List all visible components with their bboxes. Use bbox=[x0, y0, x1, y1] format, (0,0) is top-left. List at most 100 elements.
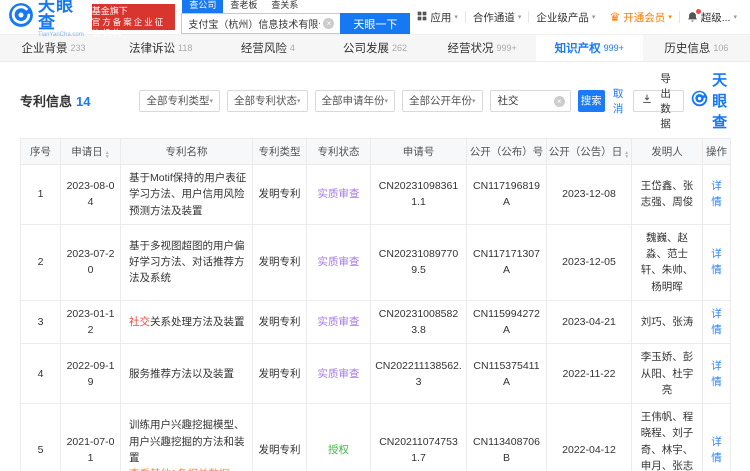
crown-icon: ♛ bbox=[609, 10, 621, 24]
cancel-search-link[interactable]: 取消 bbox=[613, 86, 625, 116]
chevron-down-icon: ▾ bbox=[297, 97, 301, 105]
detail-link[interactable]: 详情 bbox=[711, 360, 722, 388]
apps-grid-icon bbox=[417, 11, 427, 24]
row-index: 5 bbox=[20, 403, 61, 471]
apply-date: 2021-07-01 bbox=[60, 403, 121, 471]
status-badge: 实质审查 bbox=[317, 256, 360, 269]
patent-title: 基于多视图超图的用户偏好学习方法、对话推荐方法及系统 bbox=[120, 223, 253, 301]
patent-type: 发明专利 bbox=[252, 299, 307, 345]
detail-link[interactable]: 详情 bbox=[711, 248, 722, 276]
action-cell: 详情 bbox=[702, 223, 731, 301]
clear-keyword-icon[interactable]: × bbox=[553, 95, 565, 107]
publication-number: CN115994272A bbox=[466, 299, 547, 345]
col-patent-title: 专利名称 bbox=[120, 138, 253, 165]
chevron-down-icon: ▾ bbox=[668, 14, 672, 21]
apply-date: 2023-08-04 bbox=[60, 164, 121, 225]
patent-table: 序号 申请日 ▲ ▼ 专利名称 专利类型 专利状态 申请号 公开（公布）号 公开（公… bbox=[20, 138, 731, 471]
col-publication-date: 公开（公告）日 ▲ ▼ bbox=[546, 138, 632, 165]
apply-date: 2022-09-19 bbox=[60, 343, 121, 405]
patent-status: 实质审查 bbox=[306, 343, 371, 405]
detail-link[interactable]: 详情 bbox=[711, 436, 722, 464]
status-badge: 实质审查 bbox=[317, 367, 360, 380]
nav-tab-company-background[interactable]: 企业背景 233 bbox=[0, 35, 107, 61]
patent-status: 实质审查 bbox=[306, 164, 371, 225]
keyword-search-button[interactable]: 搜索 bbox=[577, 89, 605, 112]
publication-date: 2022-11-22 bbox=[546, 343, 632, 405]
search-submit-button[interactable]: 天眼一下 bbox=[340, 13, 411, 34]
filter-patent-status[interactable]: 全部专利状态 ▾ bbox=[227, 89, 308, 112]
action-cell: 详情 bbox=[702, 343, 731, 405]
patent-status: 实质审查 bbox=[306, 223, 371, 301]
status-badge: 实质审查 bbox=[317, 188, 360, 201]
download-icon bbox=[642, 94, 652, 107]
nav-tab-business-status[interactable]: 经营状况 999+ bbox=[429, 35, 536, 61]
chevron-down-icon: ▾ bbox=[591, 14, 596, 21]
patent-title-text: 基于多视图超图的用户偏好学习方法、对话推荐方法及系统 bbox=[129, 239, 245, 285]
header-menu: 应用 ▾ 合作通道 ▾ 企业级产品 ▾ ♛ 开通会员 ▾ 超级... ▾ bbox=[410, 9, 744, 25]
nav-tab-intellectual-property[interactable]: 知识产权 999+ bbox=[535, 35, 643, 61]
col-apply-date: 申请日 ▲ ▼ bbox=[60, 138, 121, 165]
sort-icon[interactable]: ▲ ▼ bbox=[624, 151, 629, 160]
logo-text: 天眼查 bbox=[38, 0, 74, 32]
table-row: 52021-07-01训练用户兴趣挖掘模型、用户兴趣挖掘的方法和装置查看其他1条… bbox=[20, 403, 731, 471]
tianyancha-eye-icon bbox=[8, 2, 34, 33]
bell-icon bbox=[687, 9, 701, 23]
keyword-search: × bbox=[489, 89, 571, 112]
publication-date: 2023-04-21 bbox=[546, 299, 632, 345]
filter-publish-year[interactable]: 全部公开年份 ▾ bbox=[402, 89, 483, 112]
publication-number: CN115375411A bbox=[466, 343, 547, 405]
menu-cooperation[interactable]: 合作通道 ▾ bbox=[466, 10, 529, 25]
patent-type: 发明专利 bbox=[252, 403, 307, 471]
chevron-down-icon: ▾ bbox=[517, 14, 522, 21]
export-data-button[interactable]: 导出数据 bbox=[633, 73, 685, 130]
table-header-row: 序号 申请日 ▲ ▼ 专利名称 专利类型 专利状态 申请号 公开（公布）号 公开（公… bbox=[20, 138, 731, 165]
search-type-tabs: 查公司 查老板 查关系 bbox=[181, 0, 410, 13]
menu-open-membership[interactable]: ♛ 开通会员 ▾ bbox=[602, 10, 678, 25]
menu-notifications[interactable]: 超级... ▾ bbox=[680, 9, 744, 25]
application-number: CN202310897709.5 bbox=[370, 223, 467, 301]
related-data-link[interactable]: 查看其他1条相关数据 > bbox=[129, 466, 248, 471]
sort-icon[interactable]: ▲ ▼ bbox=[105, 151, 110, 160]
tianyancha-watermark: 天眼查 bbox=[691, 69, 730, 132]
application-number: CN202211138562.3 bbox=[370, 343, 467, 405]
application-number: CN202310983611.1 bbox=[370, 164, 467, 225]
nav-tab-company-development[interactable]: 公司发展 262 bbox=[321, 35, 428, 61]
detail-link[interactable]: 详情 bbox=[711, 180, 722, 208]
publication-date: 2022-04-12 bbox=[546, 403, 632, 471]
menu-enterprise-products[interactable]: 企业级产品 ▾ bbox=[529, 10, 602, 25]
detail-link[interactable]: 详情 bbox=[711, 308, 722, 336]
col-publication-number: 公开（公布）号 bbox=[466, 138, 547, 165]
search-tab-relation[interactable]: 查关系 bbox=[264, 0, 305, 13]
patent-title: 服务推荐方法以及装置 bbox=[120, 343, 253, 405]
filter-apply-year[interactable]: 全部申请年份 ▾ bbox=[314, 89, 396, 112]
inventors: 王伟帆、程晓程、刘子奇、林宇、申月、张志强 bbox=[631, 403, 703, 471]
nav-tab-operational-risk[interactable]: 经营风险 4 bbox=[214, 35, 321, 61]
patent-section-bar: 专利信息14 全部专利类型▾ 全部专利状态▾ 全部申请年份▾ 全部公开年份▾ ×… bbox=[20, 69, 730, 132]
tianyancha-logo[interactable]: 天眼查 TianYanCha.com bbox=[8, 0, 84, 38]
nav-tab-history[interactable]: 历史信息 106 bbox=[643, 35, 750, 61]
table-row: 3 2023-01-12 社交关系处理方法及装置 发明专利 实质审查 CN20231008… bbox=[20, 299, 731, 345]
search-keyword-highlight: 社交 bbox=[129, 315, 150, 328]
application-number: CN202110747531.7 bbox=[370, 403, 467, 471]
search-tab-company[interactable]: 查公司 bbox=[182, 0, 224, 13]
chevron-down-icon: ▾ bbox=[384, 97, 389, 105]
row-index: 1 bbox=[20, 164, 61, 225]
inventors: 刘巧、张涛 bbox=[631, 299, 703, 345]
col-patent-type: 专利类型 bbox=[252, 138, 307, 165]
badge-line1: 国家中小企业发展子基金旗下 bbox=[91, 0, 173, 16]
table-row: 2 2023-07-20 基于多视图超图的用户偏好学习方法、对话推荐方法及系统 发明专… bbox=[20, 223, 731, 301]
nav-tab-legal-proceedings[interactable]: 法律诉讼 118 bbox=[107, 35, 214, 61]
publication-date: 2023-12-05 bbox=[546, 223, 632, 301]
inventors: 王岱鑫、张志强、周俊 bbox=[631, 164, 703, 225]
patent-type: 发明专利 bbox=[252, 223, 307, 301]
company-search-input[interactable] bbox=[181, 13, 341, 34]
menu-apps[interactable]: 应用 ▾ bbox=[410, 10, 465, 25]
patent-title: 训练用户兴趣挖掘模型、用户兴趣挖掘的方法和装置查看其他1条相关数据 > bbox=[120, 403, 253, 471]
filter-patent-type[interactable]: 全部专利类型 ▾ bbox=[139, 89, 220, 112]
action-cell: 详情 bbox=[702, 164, 731, 225]
section-title: 专利信息 14 bbox=[20, 94, 91, 109]
status-badge: 授权 bbox=[328, 443, 349, 456]
row-index: 2 bbox=[20, 223, 61, 301]
inventors: 李玉娇、彭从阳、杜宇亮 bbox=[631, 343, 703, 405]
search-tab-boss[interactable]: 查老板 bbox=[223, 0, 264, 13]
